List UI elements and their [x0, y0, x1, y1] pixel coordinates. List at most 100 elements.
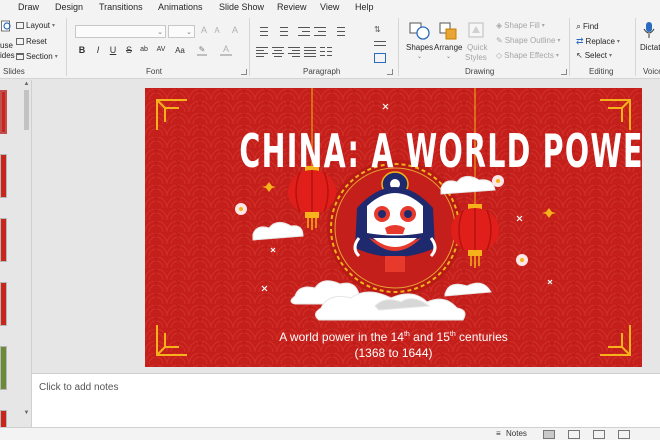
- numbering-icon[interactable]: [276, 26, 288, 36]
- paragraph-dialog-launcher-icon[interactable]: [387, 69, 393, 75]
- font-group-label: Font: [146, 67, 163, 76]
- find-button[interactable]: ⌕ Find: [576, 21, 599, 32]
- replace-icon: ⇄: [576, 36, 584, 46]
- reading-view-icon[interactable]: [593, 430, 605, 439]
- powerpoint-window: Draw Design Transitions Animations Slide…: [0, 0, 660, 440]
- bullets-icon[interactable]: [256, 26, 268, 36]
- smartart-icon[interactable]: [374, 53, 386, 63]
- tab-help[interactable]: Help: [355, 2, 374, 12]
- select-button[interactable]: ↖ Select ▾: [576, 51, 612, 60]
- tab-draw[interactable]: Draw: [18, 2, 39, 12]
- subtitle-line-2: (1368 to 1644): [354, 346, 433, 360]
- replace-button[interactable]: ⇄ Replace ▾: [576, 36, 620, 47]
- slide-thumbnail[interactable]: [0, 90, 7, 134]
- chevron-down-icon: ⌄: [417, 54, 423, 60]
- slide-thumbnail[interactable]: [0, 154, 7, 198]
- align-text-icon[interactable]: [374, 39, 386, 49]
- increase-indent-icon[interactable]: [314, 26, 326, 36]
- reuse-slides-label-2[interactable]: ides: [0, 51, 15, 60]
- drawing-dialog-launcher-icon[interactable]: [561, 69, 567, 75]
- slides-group-label: Slides: [3, 67, 25, 76]
- shapes-icon[interactable]: [409, 21, 431, 41]
- ribbon: use ides Layout ▾ Reset Section ▾ Slides…: [0, 16, 660, 79]
- columns-icon[interactable]: [320, 46, 332, 56]
- font-color-button[interactable]: A: [220, 44, 232, 56]
- text-shadow-button[interactable]: ab: [138, 46, 150, 53]
- layout-icon: [16, 22, 24, 29]
- italic-button[interactable]: I: [92, 45, 104, 55]
- chevron-down-icon: ⌄: [157, 29, 163, 36]
- paint-bucket-icon: ◈: [496, 21, 503, 30]
- effects-icon: ◇: [496, 51, 503, 60]
- notes-toggle-button[interactable]: Notes: [506, 429, 527, 438]
- line-spacing-icon[interactable]: [333, 26, 345, 36]
- chevron-down-icon: ⌄: [186, 29, 192, 36]
- slide-sorter-icon[interactable]: [568, 430, 580, 439]
- thumbnails-scrollbar[interactable]: ▲ ▼: [22, 80, 31, 440]
- scroll-down-icon[interactable]: ▼: [22, 410, 31, 416]
- editing-group-label: Editing: [589, 67, 614, 76]
- font-size-combo[interactable]: ⌄: [168, 25, 195, 38]
- paragraph-group-label: Paragraph: [303, 67, 341, 76]
- shape-effects-button[interactable]: ◇ Shape Effects ▾: [496, 51, 559, 60]
- quick-styles-label-1[interactable]: Quick: [467, 43, 487, 52]
- quick-styles-label-2[interactable]: Styles: [465, 53, 487, 62]
- section-icon: [16, 53, 24, 60]
- slide-thumbnail[interactable]: [0, 346, 7, 390]
- slide-subtitle[interactable]: A world power in the 14th and 15th centu…: [145, 327, 642, 361]
- tab-transitions[interactable]: Transitions: [99, 2, 143, 12]
- highlighter-icon[interactable]: ✎: [197, 45, 207, 56]
- align-center-icon[interactable]: [272, 46, 284, 57]
- tab-review[interactable]: Review: [277, 2, 307, 12]
- shape-fill-button[interactable]: ◈ Shape Fill ▾: [496, 21, 545, 30]
- subtitle-line-1: A world power in the 14th and 15th centu…: [279, 330, 508, 344]
- slideshow-icon[interactable]: [618, 430, 630, 439]
- reuse-slides-label-1[interactable]: use: [0, 41, 13, 50]
- notes-pane[interactable]: Click to add notes: [32, 373, 660, 427]
- font-dialog-launcher-icon[interactable]: [241, 69, 247, 75]
- shapes-button[interactable]: Shapes: [406, 43, 433, 52]
- normal-view-icon[interactable]: [543, 430, 555, 439]
- decrease-indent-icon[interactable]: [298, 26, 310, 36]
- font-name-combo[interactable]: ⌄: [75, 25, 166, 38]
- underline-button[interactable]: U: [107, 45, 119, 55]
- change-case-button[interactable]: Aa: [174, 46, 186, 55]
- microphone-icon[interactable]: [643, 21, 655, 39]
- status-bar: ≡ Notes: [0, 427, 660, 440]
- tab-slide-show[interactable]: Slide Show: [219, 2, 264, 12]
- tab-design[interactable]: Design: [55, 2, 83, 12]
- slide-canvas[interactable]: CHINA: A WORLD POWER A world power in th…: [145, 88, 642, 367]
- cursor-icon: ↖: [576, 51, 583, 60]
- quick-styles-icon[interactable]: [468, 21, 486, 41]
- reset-button[interactable]: Reset: [16, 37, 47, 46]
- section-button[interactable]: Section ▾: [16, 52, 58, 61]
- pen-icon: ✎: [496, 36, 503, 45]
- arrange-button[interactable]: Arrange: [434, 43, 462, 52]
- notes-placeholder[interactable]: Click to add notes: [39, 382, 119, 393]
- layout-button[interactable]: Layout ▾: [16, 21, 55, 30]
- character-spacing-button[interactable]: AV: [155, 46, 167, 53]
- align-right-icon[interactable]: [288, 46, 300, 57]
- slide-title[interactable]: CHINA: A WORLD POWER: [239, 124, 642, 178]
- strikethrough-button[interactable]: S: [123, 45, 135, 55]
- shape-outline-button[interactable]: ✎ Shape Outline ▾: [496, 36, 560, 45]
- drawing-group-label: Drawing: [465, 67, 495, 76]
- grow-font-button[interactable]: A: [198, 25, 210, 35]
- slide-thumbnail[interactable]: [0, 282, 7, 326]
- text-direction-icon[interactable]: ⇅: [374, 25, 386, 37]
- new-slide-icon: [1, 20, 11, 32]
- slide-thumbnail[interactable]: [0, 218, 7, 262]
- scroll-up-icon[interactable]: ▲: [22, 81, 31, 87]
- tab-view[interactable]: View: [320, 2, 339, 12]
- clear-formatting-button[interactable]: A: [229, 25, 241, 35]
- dictate-button[interactable]: Dictate: [640, 43, 660, 52]
- shrink-font-button[interactable]: A: [211, 26, 223, 35]
- notes-toggle-icon[interactable]: ≡: [496, 429, 501, 438]
- tab-animations[interactable]: Animations: [158, 2, 203, 12]
- scrollbar-thumb[interactable]: [24, 90, 29, 130]
- align-left-icon[interactable]: [256, 46, 268, 57]
- arrange-icon[interactable]: [438, 21, 460, 41]
- justify-icon[interactable]: [304, 46, 316, 57]
- bold-button[interactable]: B: [76, 45, 88, 55]
- chevron-down-icon: ⌄: [446, 54, 452, 60]
